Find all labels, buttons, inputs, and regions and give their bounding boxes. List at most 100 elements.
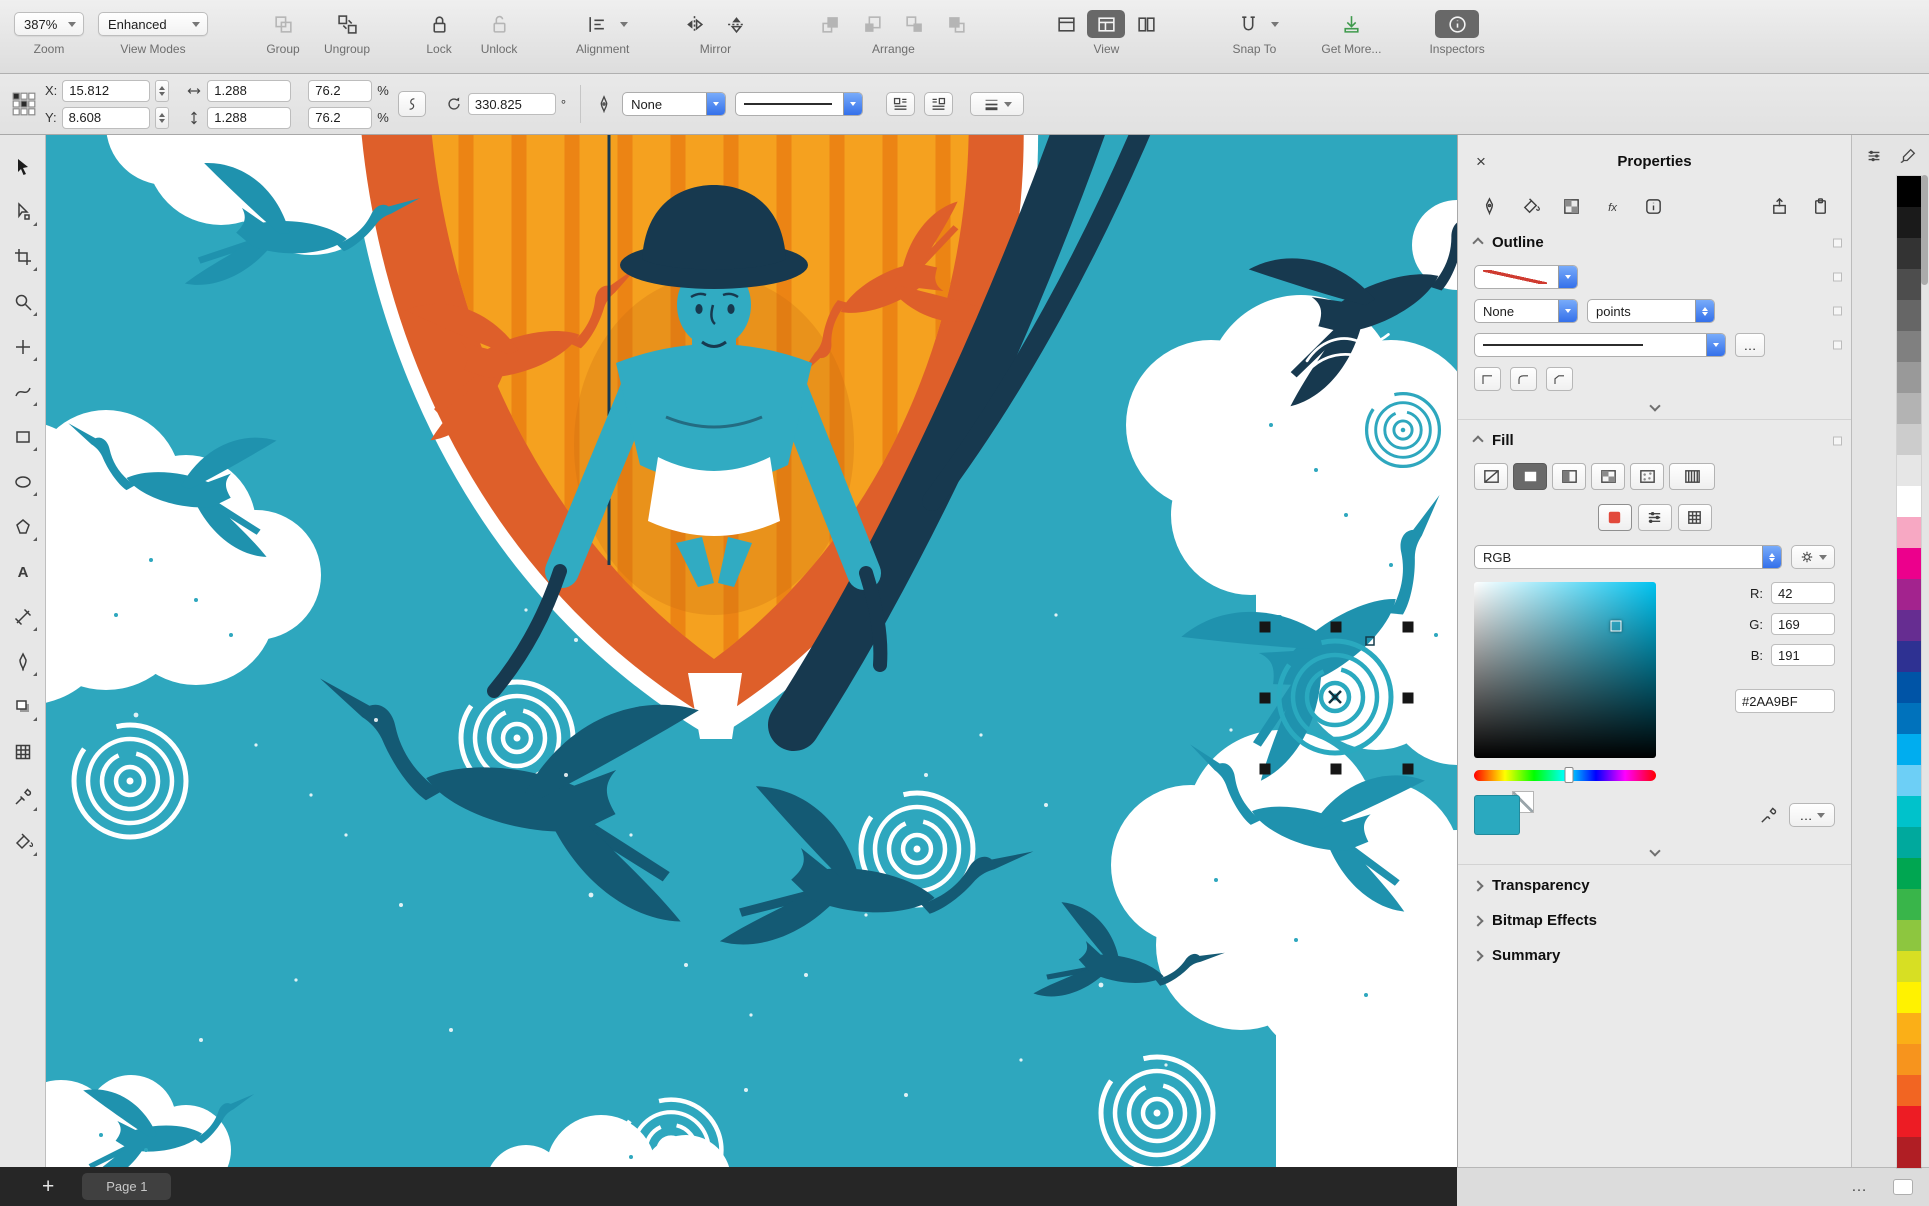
clipboard-button[interactable]	[1807, 194, 1833, 218]
snap-to-button[interactable]	[1229, 10, 1267, 38]
palette-swatch[interactable]	[1897, 827, 1921, 858]
export-button[interactable]	[1766, 194, 1792, 218]
palette-swatch[interactable]	[1897, 176, 1921, 207]
outline-section-header[interactable]: Outline	[1458, 225, 1851, 260]
palette-options-icon[interactable]	[1893, 1179, 1913, 1195]
bevel-corner-button[interactable]	[1546, 367, 1573, 391]
fountain-fill-button[interactable]	[1552, 463, 1586, 490]
group-button[interactable]	[264, 10, 302, 38]
palette-swatch[interactable]	[1897, 734, 1921, 765]
hex-input[interactable]	[1735, 689, 1835, 713]
text-tool[interactable]: A	[5, 552, 41, 592]
texture-fill-button[interactable]	[1630, 463, 1664, 490]
color-field-cursor[interactable]	[1610, 620, 1622, 632]
palette-swatch[interactable]	[1897, 362, 1921, 393]
fill-collapse[interactable]	[1458, 841, 1851, 861]
rectangle-tool[interactable]	[5, 417, 41, 457]
dimension-tool[interactable]	[5, 597, 41, 637]
wrap-text-button[interactable]	[886, 92, 916, 116]
color-palettes-button[interactable]	[1677, 504, 1712, 531]
crop-tool[interactable]	[5, 237, 41, 277]
shape-tool[interactable]	[5, 192, 41, 232]
palette-swatch[interactable]	[1897, 951, 1921, 982]
outline-more-button[interactable]: …	[1735, 333, 1765, 357]
palette-swatch[interactable]	[1897, 238, 1921, 269]
view-modes-select[interactable]: Enhanced	[98, 12, 208, 36]
mirror-horizontal-button[interactable]	[675, 10, 713, 38]
tab-effects[interactable]: fx	[1599, 194, 1625, 218]
y-stepper[interactable]	[154, 106, 169, 129]
outline-line-style-select[interactable]	[1474, 333, 1726, 357]
transparency-section-header[interactable]: Transparency	[1458, 868, 1851, 903]
round-corner-button[interactable]	[1510, 367, 1537, 391]
palette-swatch[interactable]	[1897, 548, 1921, 579]
tab-transparency[interactable]	[1558, 194, 1584, 218]
no-fill-button[interactable]	[1474, 463, 1508, 490]
color-options-button[interactable]	[1791, 545, 1835, 569]
palette-swatch[interactable]	[1897, 920, 1921, 951]
freehand-tool[interactable]	[5, 327, 41, 367]
palette-swatch[interactable]	[1897, 703, 1921, 734]
link-box[interactable]	[1833, 238, 1842, 247]
to-front-button[interactable]	[811, 10, 849, 38]
b-input[interactable]	[1771, 644, 1835, 666]
to-back-button[interactable]	[937, 10, 975, 38]
palette-swatch[interactable]	[1897, 765, 1921, 796]
tab-fill[interactable]	[1517, 194, 1543, 218]
scale-height-input[interactable]	[308, 106, 373, 129]
summary-section-header[interactable]: Summary	[1458, 938, 1851, 973]
polygon-tool[interactable]	[5, 507, 41, 547]
palette-swatch[interactable]	[1897, 300, 1921, 331]
postscript-fill-button[interactable]	[1669, 463, 1715, 490]
eyedropper-tool[interactable]	[5, 777, 41, 817]
palette-swatch[interactable]	[1897, 1013, 1921, 1044]
outline-width-select[interactable]: None	[1474, 299, 1578, 323]
close-icon[interactable]: ×	[1476, 153, 1486, 170]
pick-tool[interactable]	[5, 147, 41, 187]
g-input[interactable]	[1771, 613, 1835, 635]
interactive-fill-tool[interactable]	[5, 822, 41, 862]
view-split-button[interactable]	[1127, 10, 1165, 38]
view-normal-button[interactable]	[1087, 10, 1126, 38]
hue-slider[interactable]	[1474, 767, 1656, 783]
canvas[interactable]	[46, 135, 1457, 1167]
scale-width-input[interactable]	[308, 79, 373, 102]
link-box[interactable]	[1833, 306, 1842, 316]
get-more-button[interactable]	[1332, 10, 1370, 38]
chevron-down-icon[interactable]	[1271, 21, 1280, 27]
x-position-input[interactable]	[62, 79, 151, 102]
outline-settings-combo[interactable]	[970, 92, 1025, 116]
palette-swatch[interactable]	[1897, 517, 1921, 548]
more-options-icon[interactable]: …	[1851, 1178, 1869, 1196]
anchor-point-grid[interactable]	[12, 92, 36, 116]
r-input[interactable]	[1771, 582, 1835, 604]
outline-units-select[interactable]: points	[1587, 299, 1715, 323]
tab-summary[interactable]	[1640, 194, 1666, 218]
palette-swatch[interactable]	[1897, 579, 1921, 610]
outline-style-select[interactable]	[735, 92, 864, 116]
palette-swatch[interactable]	[1897, 1137, 1921, 1168]
outline-collapse[interactable]	[1458, 396, 1851, 416]
x-stepper[interactable]	[155, 79, 170, 102]
palette-swatch[interactable]	[1897, 331, 1921, 362]
unlock-button[interactable]	[480, 10, 518, 38]
forward-one-button[interactable]	[853, 10, 891, 38]
artistic-media-tool[interactable]	[5, 372, 41, 412]
tab-outline[interactable]	[1476, 194, 1502, 218]
palette-swatch[interactable]	[1897, 1044, 1921, 1075]
link-box[interactable]	[1833, 436, 1842, 445]
palette-swatch[interactable]	[1897, 269, 1921, 300]
eyedropper-button[interactable]	[1755, 803, 1781, 827]
palette-swatch[interactable]	[1897, 982, 1921, 1013]
lock-ratio-button[interactable]	[397, 91, 426, 117]
palette-swatch[interactable]	[1897, 610, 1921, 641]
text-flow-button[interactable]	[924, 92, 954, 116]
brush-icon[interactable]	[1899, 147, 1917, 165]
palette-swatch[interactable]	[1897, 424, 1921, 455]
palette-swatch[interactable]	[1897, 858, 1921, 889]
palette-swatch[interactable]	[1897, 672, 1921, 703]
pattern-fill-button[interactable]	[1591, 463, 1625, 490]
object-width-input[interactable]	[207, 79, 292, 102]
fill-section-header[interactable]: Fill	[1458, 423, 1851, 458]
inspectors-button[interactable]	[1435, 10, 1480, 38]
